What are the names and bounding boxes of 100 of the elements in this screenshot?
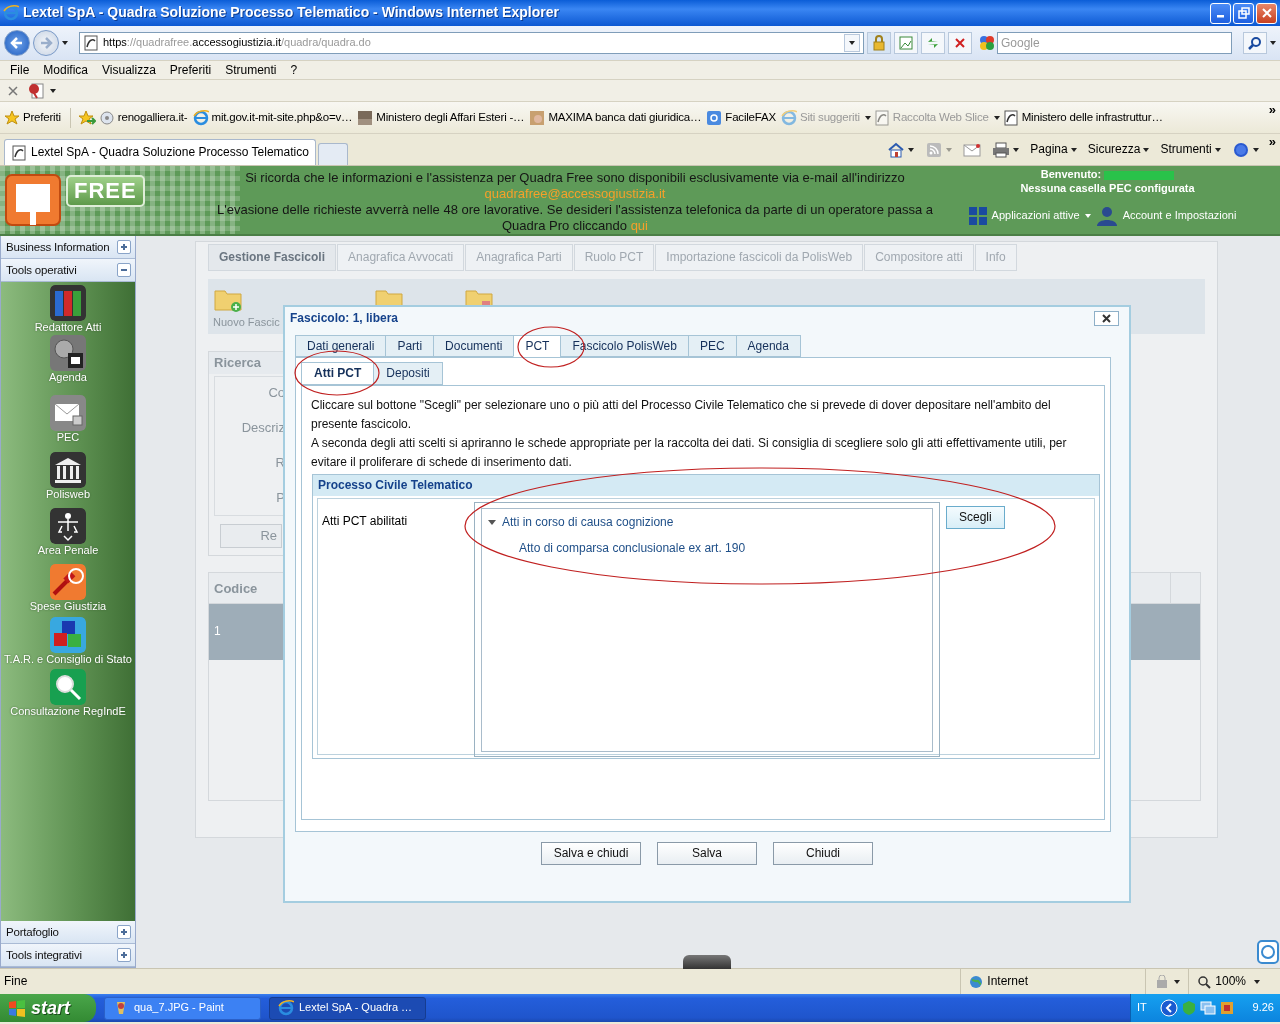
tab[interactable]: Dati generali (295, 335, 386, 357)
tab[interactable]: PCT (513, 335, 561, 357)
refresh-icon[interactable] (926, 36, 940, 50)
restore-icon[interactable] (1237, 7, 1250, 19)
tree-node[interactable]: Atti in corso di causa cognizione (502, 515, 674, 530)
browser-tab[interactable]: Lextel SpA - Quadra Soluzione Processo Telematico (4, 139, 316, 165)
caret-icon[interactable] (908, 147, 915, 152)
close-icon[interactable] (1102, 313, 1111, 323)
tool-label[interactable]: Spese Giustizia (29, 599, 107, 614)
menu-item[interactable]: File (3, 62, 37, 78)
network-icon[interactable] (1199, 1000, 1216, 1016)
collapse-icon[interactable] (117, 263, 131, 277)
search-icon[interactable] (1248, 36, 1262, 50)
document-icon[interactable] (28, 82, 46, 99)
menu-item[interactable]: Strumenti (218, 62, 284, 78)
taskbar-button[interactable]: Lextel SpA - Quadra … (269, 996, 426, 1020)
menu-item[interactable]: ? (283, 62, 305, 78)
address-field[interactable]: https://quadrafree.accessogiustizia.it/quadra/quadra.do (79, 32, 864, 54)
mail-icon[interactable] (963, 141, 982, 158)
command-menu[interactable]: Strumenti (1160, 142, 1221, 157)
search-button[interactable] (1243, 32, 1267, 54)
cubes-icon[interactable] (50, 616, 86, 653)
favorite-link[interactable]: MAXIMA banca dati giuridica… (548, 110, 702, 125)
stop-button[interactable] (948, 32, 972, 54)
dropdown-button[interactable] (844, 34, 860, 52)
choose-button[interactable]: Scegli (946, 506, 1005, 529)
menu-item[interactable]: Visualizza (95, 62, 163, 78)
tab[interactable]: Depositi (373, 362, 443, 385)
add-favorite-icon[interactable] (77, 109, 96, 126)
caret-icon[interactable] (1013, 147, 1020, 152)
expand-icon[interactable] (117, 240, 131, 254)
printer-icon[interactable] (992, 141, 1011, 158)
building-icon[interactable] (50, 452, 86, 489)
tab[interactable]: Atti PCT (301, 362, 374, 385)
envelope-icon[interactable] (50, 394, 86, 431)
magnifier-icon[interactable] (50, 669, 86, 706)
tool-label[interactable]: Area Penale (37, 544, 99, 558)
chart-page-icon[interactable] (899, 36, 913, 50)
caret-icon[interactable] (849, 41, 855, 45)
user-icon[interactable] (1095, 205, 1118, 226)
chat-icon[interactable] (1257, 940, 1279, 964)
favorite-link[interactable]: FacileFAX (725, 110, 776, 125)
tree-item[interactable]: Atto di comparsa conclusionale ex art. 190 (519, 541, 926, 556)
chevron-icon[interactable] (1159, 999, 1178, 1017)
favorite-link[interactable]: Ministero delle infrastruttur… (1021, 110, 1163, 125)
zoom-control[interactable]: 100% (1215, 974, 1246, 989)
figure-icon[interactable] (50, 508, 86, 544)
caret-icon[interactable] (50, 88, 56, 93)
grid-icon[interactable] (968, 206, 987, 225)
gavel-icon[interactable] (50, 563, 86, 600)
caret-icon[interactable] (1270, 41, 1276, 45)
calendar-icon[interactable] (50, 334, 86, 371)
caret-icon[interactable] (1214, 147, 1221, 152)
browser-logo-icon[interactable] (192, 109, 209, 126)
expand-icon[interactable] (117, 925, 131, 939)
taskbar-button[interactable]: qua_7.JPG - Paint (104, 996, 261, 1020)
favorites-button[interactable]: Preferiti (4, 109, 61, 126)
expander-icon[interactable] (488, 520, 496, 525)
tab[interactable]: Gestione Fascicoli (208, 244, 337, 271)
command-menu[interactable]: Pagina (1030, 142, 1077, 157)
restore-button[interactable] (1233, 2, 1254, 24)
stop-icon[interactable] (954, 37, 966, 49)
globe-icon[interactable] (98, 109, 115, 126)
favorite-link[interactable]: mit.gov.it-mit-site.php&o=v… (211, 110, 353, 125)
dialog-button[interactable]: Salva (657, 842, 757, 865)
expand-icon[interactable] (117, 948, 131, 962)
dialog-button[interactable]: Chiudi (773, 842, 873, 865)
caret-icon[interactable] (864, 115, 871, 120)
menu-item[interactable]: Modifica (36, 62, 96, 78)
home-icon[interactable] (887, 141, 906, 158)
caret-icon[interactable] (1252, 147, 1259, 152)
tool-label[interactable]: Redattore Atti (34, 321, 102, 335)
caret-icon[interactable] (62, 41, 68, 45)
tab[interactable]: PEC (687, 335, 736, 357)
zoom-icon[interactable] (1197, 974, 1212, 989)
overflow-chevron[interactable]: » (1268, 102, 1276, 119)
favorite-link[interactable]: renogalliera.it- (117, 110, 188, 125)
binders-icon[interactable] (50, 285, 86, 321)
overflow-chevron[interactable]: » (1268, 134, 1276, 151)
start-button[interactable]: start (0, 994, 96, 1022)
panel-handle[interactable] (683, 955, 731, 969)
menu-item[interactable]: Preferiti (162, 62, 219, 78)
caret-icon[interactable] (1070, 147, 1077, 152)
tray-app-icon[interactable] (1218, 1000, 1235, 1016)
page-icon[interactable] (1002, 109, 1019, 126)
caret-icon[interactable] (1143, 147, 1150, 152)
tab[interactable]: Agenda (735, 335, 801, 357)
help-icon[interactable] (1231, 141, 1250, 158)
dialog-button[interactable]: Salva e chiudi (541, 842, 641, 865)
caret-icon[interactable] (993, 115, 1000, 120)
back-button[interactable] (4, 30, 30, 56)
back-arrow-icon[interactable] (10, 36, 24, 50)
tool-label[interactable]: Consultazione RegIndE (10, 705, 126, 719)
command-menu[interactable]: Sicurezza (1087, 142, 1150, 157)
photo-icon[interactable] (357, 109, 374, 126)
compatibility-button[interactable] (894, 32, 918, 54)
browser-logo-icon[interactable] (278, 1000, 294, 1016)
caret-icon[interactable] (1254, 979, 1260, 984)
close-button[interactable] (1094, 310, 1119, 326)
favorite-link[interactable]: Ministero degli Affari Esteri -… (376, 110, 525, 125)
